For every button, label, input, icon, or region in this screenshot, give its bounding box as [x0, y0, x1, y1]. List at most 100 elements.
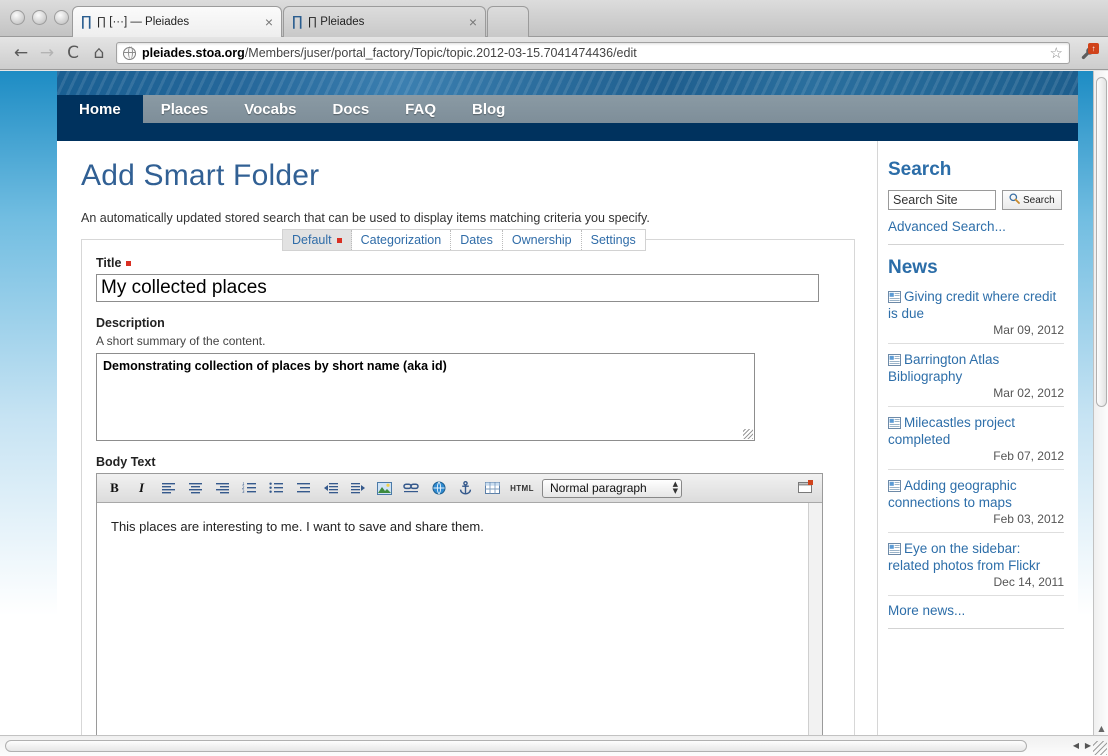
news-item-date: Feb 07, 2012	[993, 449, 1064, 463]
html-source-icon[interactable]: HTML	[506, 476, 538, 501]
news-item[interactable]: Adding geographic connections to maps Fe…	[888, 477, 1064, 526]
nav-item-places[interactable]: Places	[143, 95, 227, 123]
textarea-resize-handle[interactable]	[743, 429, 753, 439]
page-vertical-scrollbar[interactable]: ▲ ▼	[1093, 71, 1108, 756]
content-wrapper: Add Smart Folder An automatically update…	[57, 141, 1078, 756]
search-row: Search Site Search	[888, 190, 1064, 210]
italic-icon[interactable]: I	[128, 476, 155, 501]
close-tab-1-icon[interactable]: ×	[265, 15, 273, 29]
news-item[interactable]: Eye on the sidebar: related photos from …	[888, 540, 1064, 589]
news-item-date: Feb 03, 2012	[993, 512, 1064, 526]
form-tab-dates[interactable]: Dates	[451, 230, 503, 250]
news-document-icon	[888, 479, 901, 492]
unordered-list-icon[interactable]	[263, 476, 290, 501]
forward-icon[interactable]: →	[34, 41, 60, 65]
horizontal-scrollbar-thumb[interactable]	[5, 740, 1027, 752]
browser-menu-wrench-icon[interactable]: ↑	[1076, 41, 1100, 65]
news-divider	[888, 343, 1064, 344]
maximize-window-button[interactable]	[54, 10, 69, 25]
align-center-icon[interactable]	[182, 476, 209, 501]
nav-item-docs[interactable]: Docs	[314, 95, 387, 123]
insert-table-icon[interactable]	[479, 476, 506, 501]
minimize-window-button[interactable]	[32, 10, 47, 25]
maximize-editor-icon[interactable]	[798, 480, 814, 499]
paragraph-style-select[interactable]: Normal paragraph ▲ ▼	[542, 478, 682, 498]
news-item[interactable]: Milecastles project completed Feb 07, 20…	[888, 414, 1064, 463]
page-description: An automatically updated stored search t…	[81, 211, 650, 225]
insert-image-icon[interactable]	[371, 476, 398, 501]
nav-item-places-label: Places	[160, 100, 209, 118]
ordered-list-icon[interactable]: 123	[236, 476, 263, 501]
sidebar-news-heading: News	[888, 257, 938, 278]
description-textarea[interactable]: Demonstrating collection of places by sh…	[96, 353, 755, 441]
outdent-icon[interactable]	[317, 476, 344, 501]
form-tab-categorization[interactable]: Categorization	[351, 230, 452, 250]
vertical-scrollbar-thumb[interactable]	[1096, 77, 1107, 407]
more-news-link[interactable]: More news...	[888, 603, 1064, 618]
url-host: pleiades.stoa.org	[142, 46, 245, 60]
nav-item-blog[interactable]: Blog	[454, 95, 523, 123]
news-divider	[888, 595, 1064, 596]
rich-text-editor: B I 1 2 3 HTML Normal paragraph ▲ ▼ This…	[96, 473, 823, 756]
pi-icon: ∏	[81, 14, 92, 30]
nav-item-vocabs[interactable]: Vocabs	[226, 95, 314, 123]
browser-tab-2-title: ∏ Pleiades	[307, 16, 365, 28]
paragraph-style-value: Normal paragraph	[550, 481, 647, 495]
news-item-date: Dec 14, 2011	[993, 575, 1065, 589]
browser-tab-2[interactable]: ∏ ∏ Pleiades ×	[283, 6, 486, 37]
stepper-arrows-icon: ▲ ▼	[672, 479, 678, 495]
definition-list-icon[interactable]	[290, 476, 317, 501]
news-item-title-row: Giving credit where credit is due	[888, 288, 1064, 322]
nav-item-faq[interactable]: FAQ	[387, 95, 454, 123]
body-text-value: This places are interesting to me. I wan…	[111, 519, 484, 534]
update-badge: ↑	[1088, 43, 1099, 54]
news-divider	[888, 406, 1064, 407]
form-tab-categorization-label: Categorization	[360, 233, 442, 247]
search-button-label: Search	[1023, 194, 1055, 206]
news-document-icon	[888, 353, 901, 366]
bold-icon[interactable]: B	[101, 476, 128, 501]
title-input[interactable]: My collected places	[96, 274, 819, 302]
anchor-icon[interactable]	[452, 476, 479, 501]
form-tab-ownership[interactable]: Ownership	[502, 230, 582, 250]
scroll-up-icon[interactable]: ▲	[1097, 724, 1106, 733]
form-tab-default[interactable]: Default	[283, 230, 352, 250]
indent-icon[interactable]	[344, 476, 371, 501]
align-right-icon[interactable]	[209, 476, 236, 501]
insert-link-icon[interactable]	[398, 476, 425, 501]
edit-form: Default Categorization Dates Ownership S…	[81, 229, 855, 756]
reload-icon[interactable]: C	[60, 41, 86, 65]
title-field-label: Title	[96, 256, 840, 270]
nav-item-home[interactable]: Home	[57, 95, 143, 123]
news-item-title: Milecastles project completed	[888, 415, 1016, 447]
body-text-editor-area[interactable]: This places are interesting to me. I wan…	[97, 503, 822, 756]
form-tab-ownership-label: Ownership	[511, 233, 572, 247]
news-item-title-row: Eye on the sidebar: related photos from …	[888, 540, 1064, 574]
news-item[interactable]: Barrington Atlas Bibliography Mar 02, 20…	[888, 351, 1064, 400]
page-horizontal-scrollbar[interactable]: ◀ ▶	[0, 735, 1108, 756]
bookmark-star-icon[interactable]: ☆	[1044, 44, 1063, 62]
close-tab-2-icon[interactable]: ×	[469, 15, 477, 29]
window-resize-grip[interactable]	[1093, 741, 1107, 755]
news-item-title-row: Adding geographic connections to maps	[888, 477, 1064, 511]
scroll-left-icon[interactable]: ◀	[1071, 741, 1081, 751]
news-item[interactable]: Giving credit where credit is due Mar 09…	[888, 288, 1064, 337]
search-button[interactable]: Search	[1002, 190, 1062, 210]
site-banner-image	[57, 71, 1078, 95]
editor-scrollbar[interactable]	[808, 503, 822, 756]
editor-toolbar: B I 1 2 3 HTML Normal paragraph ▲ ▼	[97, 474, 822, 503]
external-link-icon[interactable]	[425, 476, 452, 501]
search-input[interactable]: Search Site	[888, 190, 996, 210]
close-window-button[interactable]	[10, 10, 25, 25]
news-divider	[888, 532, 1064, 533]
back-icon[interactable]: ←	[8, 41, 34, 65]
advanced-search-link[interactable]: Advanced Search...	[888, 219, 1064, 234]
home-icon[interactable]: ⌂	[86, 41, 112, 65]
scroll-right-icon[interactable]: ▶	[1083, 741, 1093, 751]
new-tab-button[interactable]	[487, 6, 529, 37]
browser-tab-1[interactable]: ∏ ∏ [···] — Pleiades ×	[72, 6, 282, 37]
address-bar[interactable]: pleiades.stoa.org/Members/juser/portal_f…	[116, 42, 1070, 64]
svg-text:3: 3	[242, 489, 245, 494]
align-left-icon[interactable]	[155, 476, 182, 501]
form-tab-settings[interactable]: Settings	[581, 230, 645, 250]
